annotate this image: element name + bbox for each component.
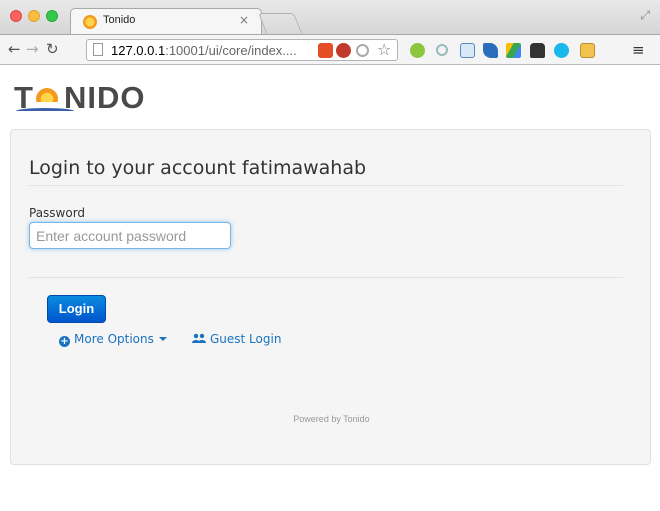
forward-icon[interactable]: →: [26, 40, 39, 58]
search-extension-icon[interactable]: [436, 44, 448, 56]
close-window-icon[interactable]: [10, 10, 22, 22]
clipboard-icon[interactable]: [580, 43, 595, 58]
logo-arc: [16, 108, 74, 114]
url-path: :10001/ui/core/index....: [165, 43, 297, 58]
login-button[interactable]: Login: [47, 295, 106, 323]
new-tab-button[interactable]: [257, 13, 303, 33]
tab-title: Tonido: [103, 14, 136, 26]
logo-text-right: NIDO: [63, 80, 146, 115]
divider: [29, 277, 623, 278]
chat-icon[interactable]: [554, 43, 569, 58]
drive-icon[interactable]: [506, 43, 521, 58]
tonido-favicon-icon: [83, 15, 97, 29]
password-label: Password: [29, 206, 86, 220]
password-field[interactable]: [29, 222, 231, 249]
adblock-icon[interactable]: [336, 43, 351, 58]
back-icon[interactable]: ←: [8, 40, 21, 58]
guest-login-label: Guest Login: [210, 332, 282, 346]
browser-tab[interactable]: Tonido ×: [70, 8, 262, 35]
address-bar[interactable]: 127.0.0.1:10001/ui/core/index....: [86, 39, 398, 61]
tab-close-icon[interactable]: ×: [239, 13, 249, 27]
users-icon: [192, 333, 206, 343]
more-options-link[interactable]: + More Options: [59, 332, 167, 347]
divider: [29, 185, 623, 186]
powered-by-footer: Powered by Tonido: [293, 414, 370, 424]
more-options-label: More Options: [74, 332, 154, 346]
bookmarks-extension-icon[interactable]: [460, 43, 475, 58]
url-text: 127.0.0.1:10001/ui/core/index....: [111, 43, 297, 58]
browser-tab-bar: Tonido × ⤢: [0, 0, 660, 35]
fullscreen-icon[interactable]: ⤢: [640, 8, 650, 23]
page-title: Login to your account fatimawahab: [29, 157, 367, 179]
url-host: 127.0.0.1: [111, 43, 166, 58]
login-card: Login to your account fatimawahab Passwo…: [10, 129, 651, 465]
html5-icon[interactable]: [318, 43, 333, 58]
guest-login-link[interactable]: Guest Login: [192, 332, 281, 346]
sun-icon: [32, 84, 62, 102]
browser-toolbar: ← → ↻ 127.0.0.1:10001/ui/core/index.... …: [0, 34, 660, 65]
ghostery-icon[interactable]: [530, 43, 545, 58]
green-extension-icon[interactable]: [410, 43, 425, 58]
clip-icon[interactable]: [356, 44, 369, 57]
menu-icon[interactable]: ≡: [632, 41, 645, 59]
bird-extension-icon[interactable]: [483, 43, 498, 58]
zoom-window-icon[interactable]: [46, 10, 58, 22]
page-icon: [93, 43, 103, 56]
plus-circle-icon: +: [59, 336, 70, 347]
bookmark-star-icon[interactable]: ☆: [377, 40, 391, 59]
minimize-window-icon[interactable]: [28, 10, 40, 22]
caret-down-icon: [158, 337, 167, 341]
tonido-logo: T NIDO: [14, 78, 154, 115]
reload-icon[interactable]: ↻: [46, 40, 59, 58]
